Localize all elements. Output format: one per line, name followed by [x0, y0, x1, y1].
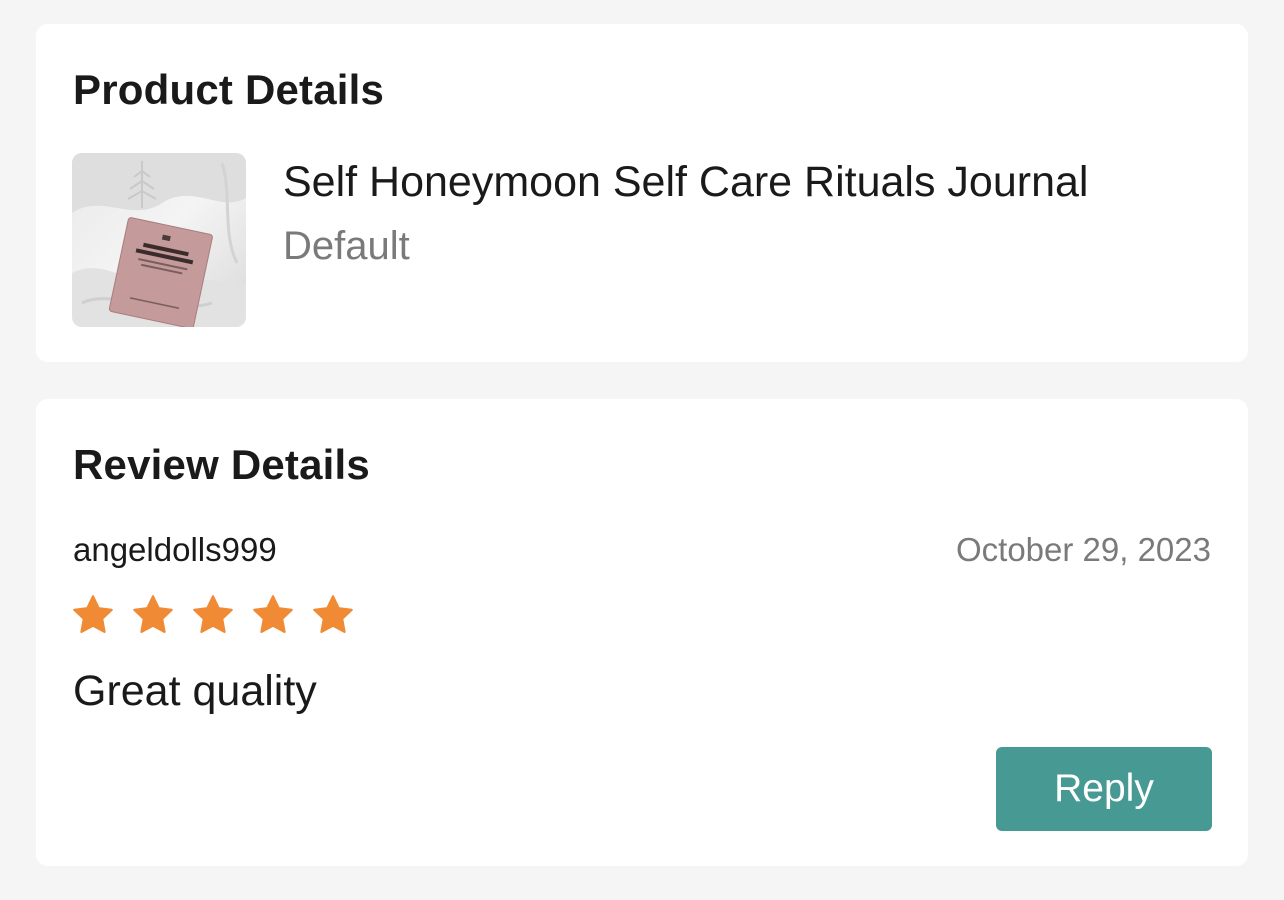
product-details-card: Product Details Self Honeymoon Self Care…: [36, 24, 1248, 362]
product-variant: Default: [283, 224, 410, 268]
reviewer-name: angeldolls999: [73, 531, 277, 568]
product-details-title: Product Details: [73, 66, 385, 113]
review-date: October 29, 2023: [955, 531, 1211, 568]
star-icon: [313, 595, 353, 633]
star-icon: [133, 595, 173, 633]
reply-button[interactable]: Reply: [996, 747, 1212, 831]
star-rating: [71, 593, 355, 637]
review-text: Great quality: [73, 667, 317, 715]
product-name[interactable]: Self Honeymoon Self Care Rituals Journal: [283, 158, 1088, 207]
product-thumbnail[interactable]: [72, 153, 246, 327]
review-details-title: Review Details: [73, 441, 370, 488]
star-icon: [253, 595, 293, 633]
star-icon: [193, 595, 233, 633]
journal-photo-image: [72, 153, 246, 327]
reply-button-label: Reply: [1054, 767, 1154, 810]
review-details-card: Review Details angeldolls999 October 29,…: [36, 399, 1248, 866]
star-icon: [73, 595, 113, 633]
